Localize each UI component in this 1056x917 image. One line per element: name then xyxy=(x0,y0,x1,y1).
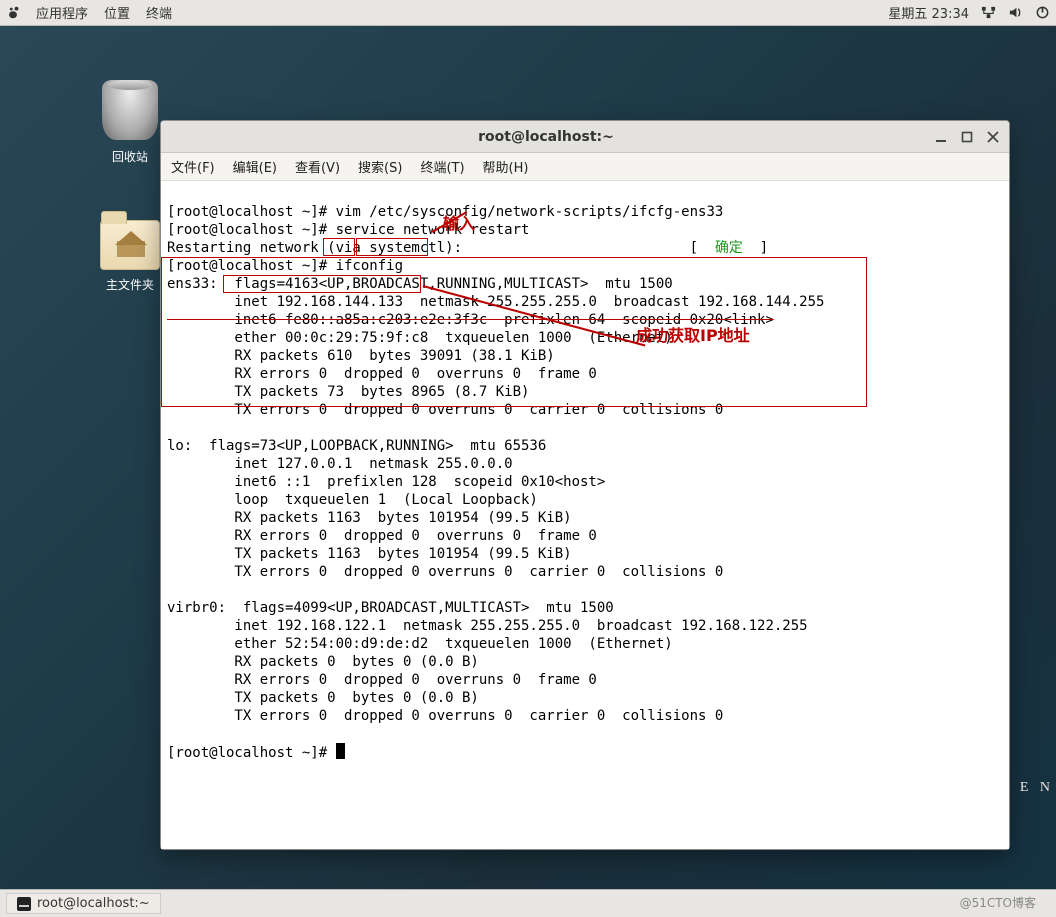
menu-terminal[interactable]: 终端 xyxy=(146,3,172,22)
volume-icon[interactable] xyxy=(1008,5,1023,20)
trash-icon xyxy=(102,80,158,140)
annotation-ip-success: 成功获取IP地址 xyxy=(636,327,750,345)
home-folder-icon xyxy=(100,220,160,270)
term-line: [root@localhost ~]# service network rest… xyxy=(167,222,529,238)
menu-help[interactable]: 帮助(H) xyxy=(483,157,529,176)
menubar: 文件(F) 编辑(E) 查看(V) 搜索(S) 终端(T) 帮助(H) xyxy=(161,153,1009,181)
menu-view[interactable]: 查看(V) xyxy=(295,157,340,176)
close-button[interactable] xyxy=(985,129,1001,145)
term-line: inet 127.0.0.1 netmask 255.0.0.0 xyxy=(167,456,513,472)
term-prompt: [root@localhost ~]# xyxy=(167,745,336,761)
term-line: RX packets 1163 bytes 101954 (99.5 KiB) xyxy=(167,510,572,526)
maximize-button[interactable] xyxy=(959,129,975,145)
trash-label: 回收站 xyxy=(90,148,170,165)
home-label: 主文件夹 xyxy=(90,276,170,293)
ok-text: 确定 xyxy=(715,240,743,256)
taskbar-item-terminal[interactable]: root@localhost:~ xyxy=(6,893,161,914)
terminal-icon xyxy=(17,897,31,911)
term-line: virbr0: flags=4099<UP,BROADCAST,MULTICAS… xyxy=(167,600,614,616)
term-bracket: ] xyxy=(743,240,768,256)
annotation-box-ifconfig-prefix xyxy=(323,238,355,256)
annotation-box-ifconfig xyxy=(356,238,428,256)
clock[interactable]: 星期五 23:34 xyxy=(888,3,969,22)
titlebar[interactable]: root@localhost:~ xyxy=(161,121,1009,153)
watermark: @51CTO博客 xyxy=(960,894,1036,911)
menu-places[interactable]: 位置 xyxy=(104,3,130,22)
desktop-trash[interactable]: 回收站 xyxy=(90,80,170,165)
term-line: TX errors 0 dropped 0 overruns 0 carrier… xyxy=(167,564,723,580)
top-panel: 应用程序 位置 终端 星期五 23:34 xyxy=(0,0,1056,26)
power-icon[interactable] xyxy=(1035,5,1050,20)
cursor xyxy=(336,743,345,759)
term-line: loop txqueuelen 1 (Local Loopback) xyxy=(167,492,538,508)
term-line: lo: flags=73<UP,LOOPBACK,RUNNING> mtu 65… xyxy=(167,438,546,454)
terminal-output[interactable]: [root@localhost ~]# vim /etc/sysconfig/n… xyxy=(161,181,1009,849)
window-title: root@localhost:~ xyxy=(169,129,923,145)
network-icon[interactable] xyxy=(981,5,996,20)
term-line: ether 52:54:00:d9:de:d2 txqueuelen 1000 … xyxy=(167,636,673,652)
taskbar: root@localhost:~ xyxy=(0,889,1056,917)
menu-file[interactable]: 文件(F) xyxy=(171,157,215,176)
term-line: RX errors 0 dropped 0 overruns 0 frame 0 xyxy=(167,528,597,544)
annotation-input: 输入 xyxy=(443,215,475,233)
term-line: inet 192.168.122.1 netmask 255.255.255.0… xyxy=(167,618,808,634)
term-line: TX errors 0 dropped 0 overruns 0 carrier… xyxy=(167,708,723,724)
term-bracket: [ xyxy=(690,240,715,256)
term-line: RX errors 0 dropped 0 overruns 0 frame 0 xyxy=(167,672,597,688)
taskbar-item-label: root@localhost:~ xyxy=(37,896,150,911)
term-line: TX packets 0 bytes 0 (0.0 B) xyxy=(167,690,479,706)
term-line: inet6 ::1 prefixlen 128 scopeid 0x10<hos… xyxy=(167,474,605,490)
menu-term[interactable]: 终端(T) xyxy=(420,157,464,176)
annotation-box-ip xyxy=(223,275,421,293)
terminal-window: root@localhost:~ 文件(F) 编辑(E) 查看(V) 搜索(S)… xyxy=(160,120,1010,850)
menu-search[interactable]: 搜索(S) xyxy=(358,157,402,176)
minimize-button[interactable] xyxy=(933,129,949,145)
gnome-foot-icon xyxy=(6,6,20,20)
side-fragment: E N xyxy=(1020,780,1054,796)
term-line: TX packets 1163 bytes 101954 (99.5 KiB) xyxy=(167,546,572,562)
menu-apps[interactable]: 应用程序 xyxy=(36,3,88,22)
desktop-home[interactable]: 主文件夹 xyxy=(90,220,170,293)
term-line: RX packets 0 bytes 0 (0.0 B) xyxy=(167,654,479,670)
menu-edit[interactable]: 编辑(E) xyxy=(233,157,277,176)
